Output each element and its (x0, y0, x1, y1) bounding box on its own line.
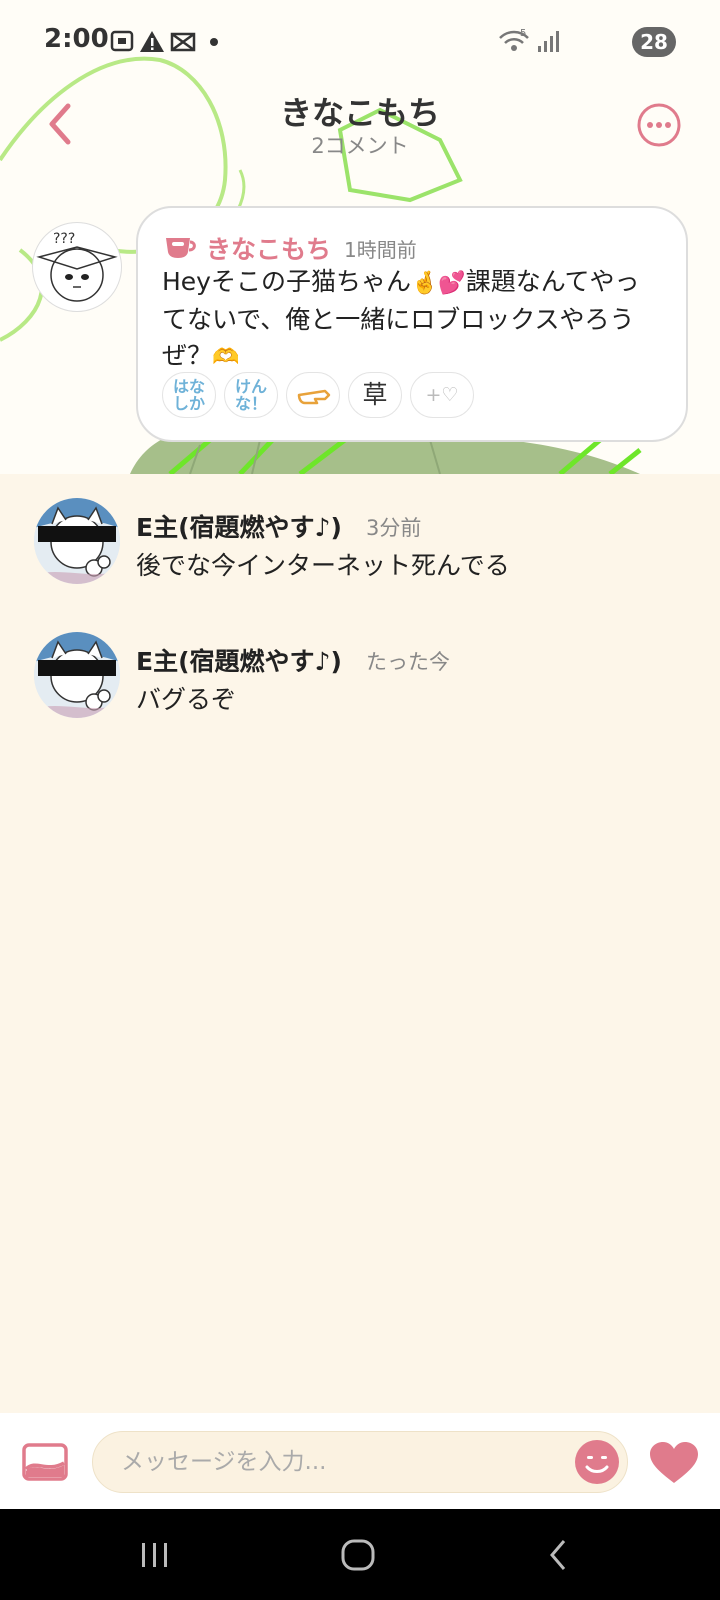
more-options-button[interactable] (636, 102, 682, 148)
comment-avatar[interactable] (34, 498, 120, 584)
avatar-drawing: ??? (36, 231, 118, 302)
heart-icon (650, 1442, 698, 1483)
post-bubble: きなこもち 1時間前 Heyそこの子猫ちゃん🤞💕課題なんてやってないで、俺と一緒… (136, 206, 688, 442)
pointing-hand-icon (297, 389, 331, 405)
comment-count: 2コメント (311, 134, 409, 158)
svg-text:5: 5 (520, 28, 526, 39)
comment-time: 3分前 (366, 516, 422, 540)
comment-item: E主(宿題燃やす♪) たった今 バグるぞ (0, 632, 720, 742)
warning-icon (140, 31, 164, 52)
signal-icon (538, 31, 559, 52)
image-attach-button[interactable] (22, 1443, 68, 1481)
message-input-bar (0, 1413, 720, 1509)
reaction-label: しか (172, 394, 205, 413)
reaction-hanashika[interactable]: はな しか (162, 372, 216, 418)
heart-hands-emoji: 🫶 (212, 345, 240, 370)
add-reaction-button[interactable]: +♡ (410, 372, 474, 418)
post-author-avatar[interactable]: ??? (32, 222, 122, 312)
comment-author[interactable]: E主(宿題燃やす♪) (136, 508, 342, 544)
post-text: Heyそこの子猫ちゃん🤞💕課題なんてやってないで、俺と一緒にロブロックスやろうぜ… (162, 264, 662, 376)
comment-item: E主(宿題燃やす♪) 3分前 後でな今インターネット死んでる (0, 498, 720, 608)
status-bar: 2:00 5 28 (0, 0, 720, 84)
battery-icon: 28 (632, 27, 676, 57)
comment-author[interactable]: E主(宿題燃やす♪) (136, 642, 342, 678)
recent-apps-icon[interactable] (138, 1539, 172, 1571)
svg-text:???: ??? (53, 231, 75, 247)
image-icon (22, 1443, 68, 1481)
post-time: 1時間前 (344, 238, 417, 262)
status-time: 2:00 (44, 24, 109, 54)
avatar-drawing (34, 498, 120, 584)
reaction-pointing[interactable] (286, 372, 340, 418)
page-title: きなこもち (279, 94, 440, 132)
hearts-emoji: 💕 (438, 271, 466, 296)
like-button[interactable] (648, 1441, 700, 1485)
system-nav-bar (0, 1509, 720, 1600)
cup-icon (166, 238, 196, 258)
comment-text: 後でな今インターネット死んでる (136, 551, 510, 580)
crossed-fingers-emoji: 🤞 (410, 271, 439, 296)
avatar-drawing (34, 632, 120, 718)
capcut-icon (170, 32, 196, 52)
back-nav-icon[interactable] (546, 1539, 570, 1571)
home-icon[interactable] (340, 1539, 376, 1571)
post-author-name[interactable]: きなこもち (206, 230, 331, 266)
stamp-button[interactable] (574, 1439, 620, 1485)
comment-time: たった今 (366, 650, 450, 674)
smile-icon (575, 1440, 619, 1484)
status-icons-right: 5 (499, 28, 559, 52)
reaction-kenna[interactable]: けん な！ (224, 372, 278, 418)
status-icons-left (110, 30, 218, 52)
reaction-label: な！ (234, 394, 267, 413)
reaction-kusa[interactable]: 草 (348, 372, 402, 418)
wifi-icon: 5 (499, 28, 529, 51)
dot-icon (210, 38, 218, 46)
comment-avatar[interactable] (34, 632, 120, 718)
more-icon (637, 103, 681, 147)
screenshot-icon (110, 30, 134, 52)
comment-text: バグるぞ (136, 685, 237, 714)
post-text-part1: Heyそこの子猫ちゃん (162, 267, 411, 296)
post-header-area: 2:00 5 28 きなこもち 2コメント ??? きなこもち 1時間前 Hey… (0, 0, 720, 474)
message-input[interactable] (92, 1431, 628, 1493)
